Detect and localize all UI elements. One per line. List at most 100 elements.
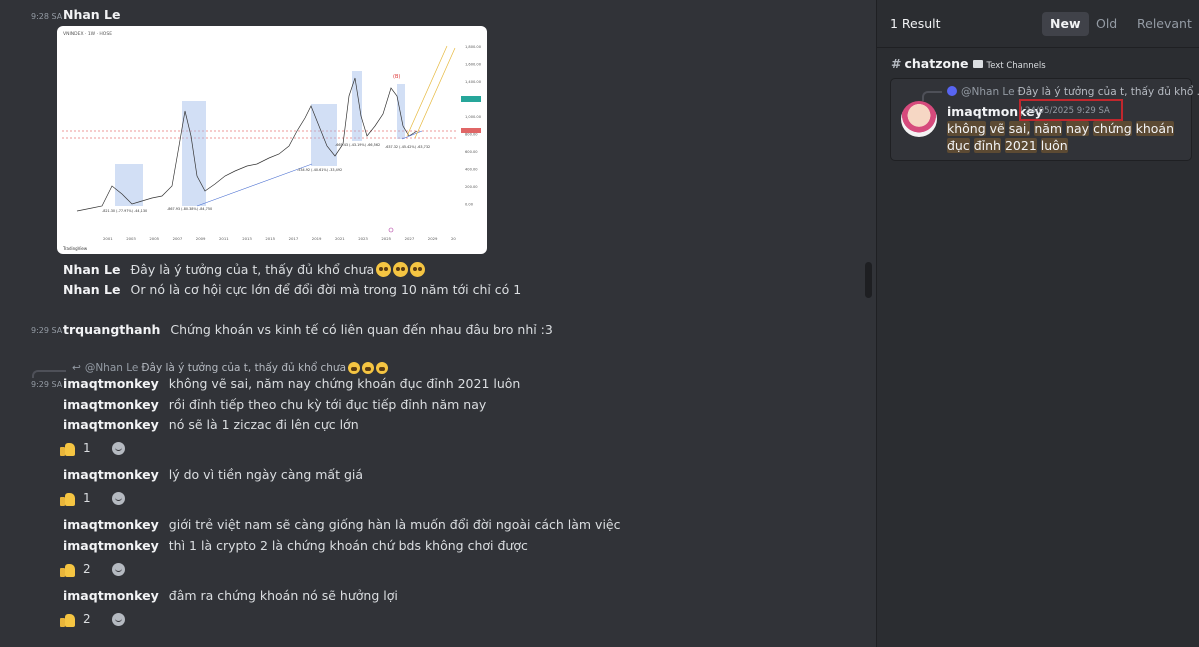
- highlighted-word: luôn: [1040, 138, 1068, 153]
- message-timestamp: 9:28 SA: [31, 12, 63, 21]
- thumbs-up-icon[interactable]: [60, 441, 75, 456]
- price-tick-label: 800.00: [465, 133, 478, 137]
- reaction-count: 1: [83, 491, 91, 505]
- year-tick-label: 2021: [335, 236, 345, 241]
- reply-author: @Nhan Le: [961, 86, 1015, 98]
- reply-preview[interactable]: ↩ @Nhan Le Đây là ý tưởng của t, thấy đủ k…: [72, 362, 389, 374]
- sort-relevant-tab[interactable]: Relevant: [1129, 12, 1199, 36]
- message-text: lý do vì tiền ngày càng mất giá: [168, 467, 364, 482]
- author-name[interactable]: imaqtmonkey: [63, 588, 159, 603]
- add-reaction-icon[interactable]: [111, 441, 125, 455]
- measure-label: -867.93 (-80.38%) -84,750: [167, 207, 212, 211]
- year-tick-label: 2017: [289, 236, 299, 241]
- discord-avatar-icon: [947, 86, 957, 96]
- author-name[interactable]: imaqtmonkey: [63, 467, 159, 482]
- year-tick-label: 2025: [381, 236, 391, 241]
- measure-label: -821.30 (-77.97%) -44,130: [102, 209, 147, 213]
- price-tick-label: 200.00: [465, 185, 478, 189]
- author-name[interactable]: imaqtmonkey: [63, 417, 159, 432]
- author-name[interactable]: Nhan Le: [63, 282, 121, 297]
- trend-line: [196, 163, 313, 207]
- pleading-face-emoji-icon: [393, 262, 409, 277]
- message-text: Or nó là cơ hội cực lớn để đổi đời mà tr…: [130, 282, 522, 297]
- chat-area: 9:28 SA Nhan Le VNINDEX · 1W · HOSE 1,80…: [0, 0, 876, 647]
- reaction-count: 1: [83, 441, 91, 455]
- author-name[interactable]: Nhan Le: [63, 262, 121, 277]
- reaction-count: 2: [83, 562, 91, 576]
- add-reaction-icon[interactable]: [111, 562, 125, 576]
- highlighted-word: vẽ: [989, 121, 1005, 136]
- message-text: nó sẽ là 1 ziczac đi lên cực lớn: [168, 417, 359, 432]
- message-line: imaqtmonkey thì 1 là crypto 2 là chứng k…: [63, 537, 528, 555]
- reaction-bar: 1: [60, 488, 125, 508]
- message-text: giới trẻ việt nam sẽ càng giống hàn là m…: [168, 517, 621, 532]
- thumbs-up-icon[interactable]: [60, 612, 75, 627]
- author-name[interactable]: imaqtmonkey: [63, 538, 159, 553]
- year-tick-label: 2005: [149, 236, 159, 241]
- measure-label: -637.32 (-45.42%) -63,732: [385, 145, 430, 149]
- sort-new-tab[interactable]: New: [1042, 12, 1089, 36]
- reply-connector: [32, 370, 66, 378]
- chat-scrollbar-thumb[interactable]: [865, 262, 872, 298]
- result-channel-header[interactable]: # chatzone Text Channels: [891, 56, 1046, 71]
- highlighted-word: đỉnh: [973, 138, 1001, 153]
- avatar[interactable]: [901, 101, 937, 137]
- projection-line: [406, 45, 448, 137]
- year-tick-label: 2027: [405, 236, 415, 241]
- channel-category: Text Channels: [986, 61, 1046, 71]
- year-tick-label: 2019: [312, 236, 322, 241]
- price-tick-label: 600.00: [465, 150, 478, 154]
- chart-image-attachment[interactable]: VNINDEX · 1W · HOSE 1,800.00 1,600.00 1,40…: [57, 26, 487, 254]
- pleading-face-emoji-icon: [376, 262, 392, 277]
- author-name[interactable]: imaqtmonkey: [63, 517, 159, 532]
- reply-text: Đây là ý tưởng của t, thấy đủ khổ ...: [1017, 86, 1199, 98]
- message-line: imaqtmonkey lý do vì tiền ngày càng mất …: [63, 466, 363, 484]
- reply-author: @Nhan Le: [84, 362, 139, 374]
- message-line: imaqtmonkey không vẽ sai, năm nay chứng …: [63, 375, 520, 393]
- add-reaction-icon[interactable]: [111, 612, 125, 626]
- highlighted-word: đục: [947, 138, 970, 153]
- chart-marker: (B): [393, 74, 400, 80]
- thumbs-up-icon[interactable]: [60, 491, 75, 506]
- stock-chart-svg: VNINDEX · 1W · HOSE 1,800.00 1,600.00 1,40…: [62, 31, 482, 251]
- tradingview-logo: TradingView: [62, 246, 88, 251]
- author-name[interactable]: imaqtmonkey: [63, 376, 159, 391]
- price-tick-label: 1,000.00: [465, 115, 482, 119]
- sort-old-tab[interactable]: Old: [1088, 12, 1125, 36]
- price-tag: [461, 128, 481, 133]
- measure-label: -534.92 (-40.61%) -33,492: [297, 168, 342, 172]
- search-results-header: 1 Result New Old Relevant: [877, 0, 1199, 48]
- measure-box: [397, 84, 405, 139]
- measure-box: [182, 101, 206, 206]
- message-text: thì 1 là crypto 2 là chứng khoán chứ bds…: [168, 538, 528, 553]
- message-timestamp: 9:29 SA: [31, 380, 63, 389]
- highlighted-word: nay: [1066, 121, 1090, 136]
- price-tick-label: 1,800.00: [465, 45, 482, 49]
- message-line: imaqtmonkey nó sẽ là 1 ziczac đi lên cực…: [63, 416, 359, 434]
- channel-name: chatzone: [904, 56, 969, 71]
- add-reaction-icon[interactable]: [111, 491, 125, 505]
- measure-box: [115, 164, 143, 206]
- thumbs-up-icon[interactable]: [60, 562, 75, 577]
- search-result-card[interactable]: @Nhan Le Đây là ý tưởng của t, thấy đủ kh…: [890, 78, 1199, 161]
- reply-preview[interactable]: @Nhan Le Đây là ý tưởng của t, thấy đủ kh…: [947, 86, 1199, 98]
- price-tick-label: 0.00: [465, 203, 474, 207]
- author-name[interactable]: Nhan Le: [63, 7, 121, 22]
- year-tick-label: 2003: [126, 236, 136, 241]
- year-tick-label: 2023: [358, 236, 368, 241]
- author-name[interactable]: trquangthanh: [63, 322, 160, 337]
- message-text: đâm ra chứng khoán nó sẽ hưởng lợi: [168, 588, 398, 603]
- message-line: Nhan Le Đây là ý tưởng của t, thấy đủ kh…: [63, 261, 426, 279]
- reaction-count: 2: [83, 612, 91, 626]
- pleading-face-emoji-icon: [348, 362, 361, 374]
- measure-box: [311, 104, 337, 166]
- price-tick-label: 1,400.00: [465, 80, 482, 84]
- reply-connector: [922, 91, 942, 101]
- search-results-panel: 1 Result New Old Relevant # chatzone Text …: [876, 0, 1199, 647]
- highlighted-word: không: [947, 121, 986, 136]
- year-tick-label: 2001: [103, 236, 113, 241]
- price-tag: [461, 96, 481, 102]
- highlighted-word: năm: [1034, 121, 1063, 136]
- message-text: Đây là ý tưởng của t, thấy đủ khổ chưa: [130, 262, 375, 277]
- author-name[interactable]: imaqtmonkey: [63, 397, 159, 412]
